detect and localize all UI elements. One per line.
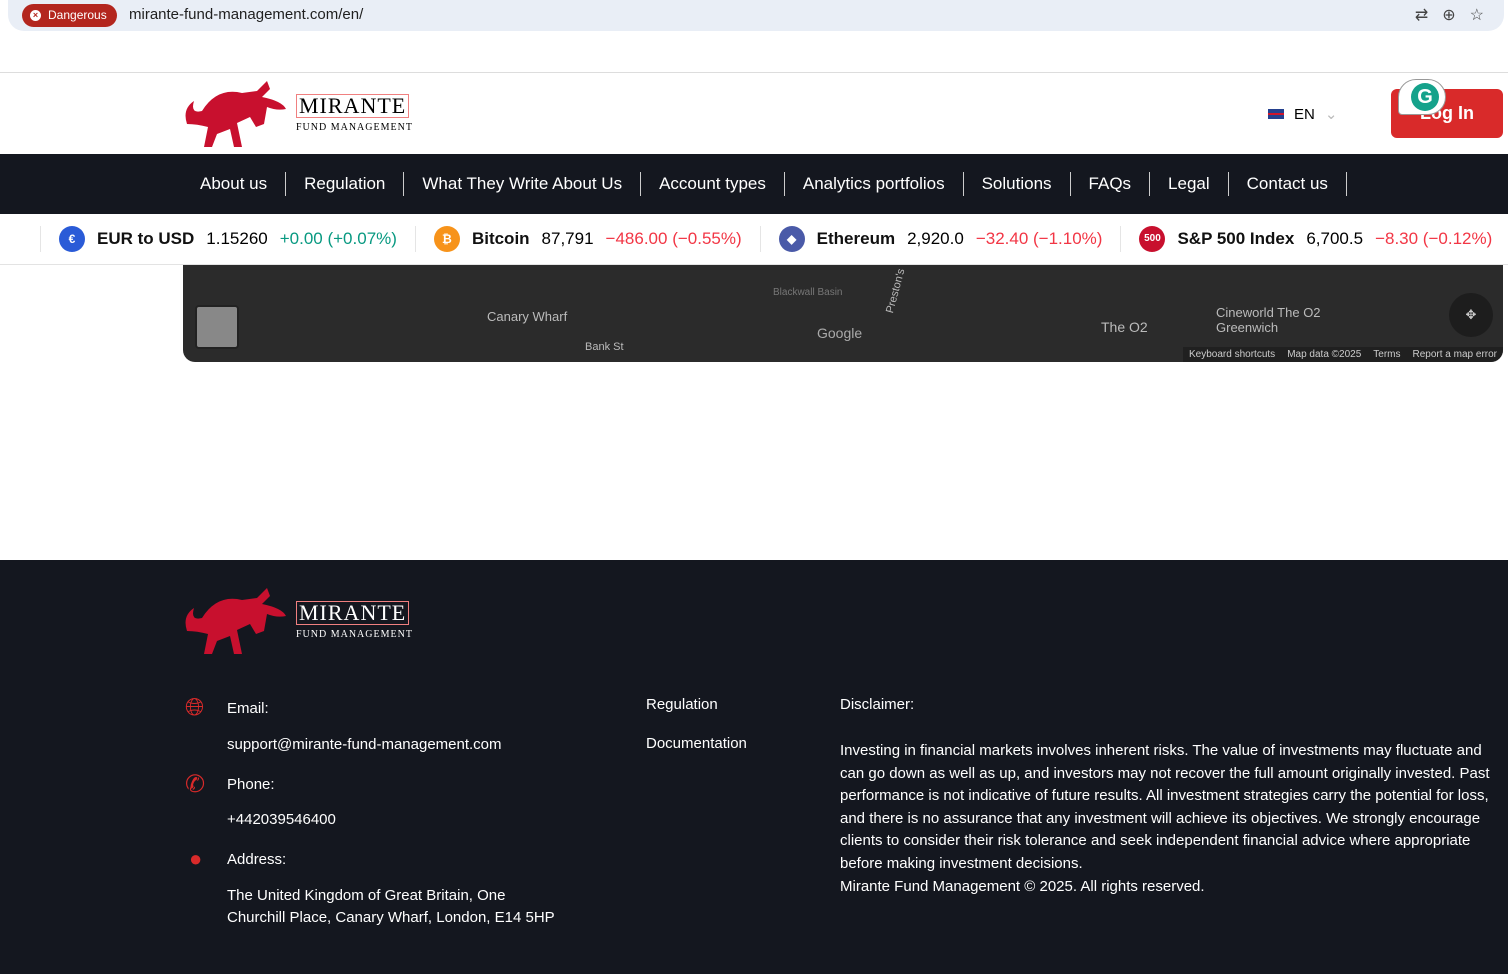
ticker-item[interactable]: ◆ Ethereum 2,920.0 −32.40 (−1.10%) bbox=[761, 226, 1122, 252]
ticker-item[interactable]: € EUR to USD 1.15260 +0.00 (+0.07%) bbox=[41, 226, 416, 252]
footer: MIRANTE FUND MANAGEMENT 🌐︎ Email: support… bbox=[0, 560, 1508, 974]
sp500-icon: 500 bbox=[1139, 226, 1166, 252]
phone-link[interactable]: +442039546400 bbox=[227, 811, 336, 828]
nav-solutions[interactable]: Solutions bbox=[964, 172, 1071, 196]
grammarly-widget[interactable]: G bbox=[1398, 79, 1446, 115]
ticker-tape: € EUR to USD 1.15260 +0.00 (+0.07%) ₿ Bitcoin… bbox=[0, 214, 1508, 265]
nav-analytics[interactable]: Analytics portfolios bbox=[785, 172, 964, 196]
keyboard-shortcuts-link[interactable]: Keyboard shortcuts bbox=[1189, 349, 1275, 360]
language-label: EN bbox=[1294, 105, 1315, 123]
phone-icon: ✆ bbox=[185, 771, 206, 798]
ticker-name: Bitcoin bbox=[471, 229, 530, 248]
bitcoin-icon: ₿ bbox=[433, 226, 460, 252]
phone-label: Phone: bbox=[227, 776, 275, 793]
email-label: Email: bbox=[227, 700, 269, 717]
map-data: Map data ©2025 bbox=[1287, 349, 1362, 360]
language-selector[interactable]: EN ⌄ bbox=[1268, 105, 1337, 123]
chevron-down-icon: ⌄ bbox=[1324, 106, 1338, 123]
location-pin-icon: ● bbox=[189, 846, 203, 871]
map-type-toggle[interactable] bbox=[195, 305, 239, 349]
google-logo: Google bbox=[817, 325, 863, 341]
logo[interactable]: MIRANTE FUND MANAGEMENT bbox=[182, 79, 413, 147]
ticker-change: −486.00 (−0.55%) bbox=[605, 229, 742, 248]
ticker-item[interactable]: ₿ Bitcoin 87,791 −486.00 (−0.55%) bbox=[416, 226, 761, 252]
grammarly-icon: G bbox=[1411, 83, 1439, 111]
ticker-name: Ethereum bbox=[816, 229, 896, 248]
bull-logo-icon bbox=[185, 588, 286, 654]
address-bar[interactable]: × Dangerous mirante-fund-management.com/e… bbox=[8, 0, 1504, 31]
ticker-change: −8.30 (−0.12%) bbox=[1375, 229, 1493, 248]
address-label: Address: bbox=[227, 851, 287, 868]
brand-name: MIRANTE bbox=[296, 600, 410, 625]
brand-subtitle: FUND MANAGEMENT bbox=[296, 628, 413, 640]
map-label: Bank St bbox=[585, 341, 624, 353]
brand-name: MIRANTE bbox=[296, 93, 410, 118]
footer-link-documentation[interactable]: Documentation bbox=[646, 735, 747, 752]
nav-contact[interactable]: Contact us bbox=[1229, 172, 1347, 196]
copyright: Mirante Fund Management © 2025. All righ… bbox=[840, 878, 1205, 895]
ticker-name: S&P 500 Index bbox=[1177, 229, 1295, 248]
disclaimer-text: Investing in financial markets involves … bbox=[840, 742, 1490, 872]
footer-logo[interactable]: MIRANTE FUND MANAGEMENT bbox=[182, 586, 413, 654]
url-text[interactable]: mirante-fund-management.com/en/ bbox=[129, 6, 363, 23]
zoom-icon[interactable]: ⊕ bbox=[1442, 5, 1455, 25]
map-label: Blackwall Basin bbox=[773, 287, 843, 298]
nav-press[interactable]: What They Write About Us bbox=[404, 172, 642, 196]
eu-us-flag-icon: € bbox=[59, 226, 85, 252]
terms-link[interactable]: Terms bbox=[1373, 349, 1400, 360]
email-link[interactable]: support@mirante-fund-management.com bbox=[227, 736, 502, 753]
site-header: MIRANTE FUND MANAGEMENT EN ⌄ Log In G bbox=[0, 72, 1508, 154]
ticker-name: EUR to USD bbox=[97, 229, 195, 248]
ticker-price: 1.15260 bbox=[206, 229, 268, 248]
danger-label: Dangerous bbox=[48, 8, 107, 22]
dangerous-site-badge[interactable]: × Dangerous bbox=[22, 4, 117, 27]
ticker-item[interactable] bbox=[0, 226, 41, 252]
bookmark-star-icon[interactable]: ☆ bbox=[1470, 5, 1484, 25]
ticker-price: 6,700.5 bbox=[1306, 229, 1364, 248]
embedded-map[interactable]: Canary Wharf Bank St Blackwall Basin Pre… bbox=[183, 265, 1503, 362]
map-label: The O2 bbox=[1101, 319, 1148, 335]
nav-regulation[interactable]: Regulation bbox=[286, 172, 405, 196]
uk-flag-icon bbox=[1268, 109, 1284, 119]
ticker-price: 87,791 bbox=[541, 229, 594, 248]
ticker-change: +0.00 (+0.07%) bbox=[279, 229, 397, 248]
ticker-price: 2,920.0 bbox=[907, 229, 964, 248]
ticker-change: −32.40 (−1.10%) bbox=[975, 229, 1103, 248]
address-line: Churchill Place, Canary Wharf, London, E… bbox=[227, 909, 555, 926]
map-label: Canary Wharf bbox=[487, 309, 568, 324]
map-label: Preston's bbox=[884, 267, 908, 315]
address-line: The United Kingdom of Great Britain, One bbox=[227, 887, 506, 904]
ethereum-icon: ◆ bbox=[778, 226, 805, 252]
brand-subtitle: FUND MANAGEMENT bbox=[296, 121, 413, 133]
nav-faqs[interactable]: FAQs bbox=[1071, 172, 1151, 196]
map-label: Cineworld The O2 Greenwich bbox=[1216, 305, 1321, 335]
ticker-item[interactable]: 500 S&P 500 Index 6,700.5 −8.30 (−0.12%) bbox=[1121, 226, 1508, 252]
translate-icon[interactable]: ⇄ bbox=[1415, 5, 1428, 25]
footer-link-regulation[interactable]: Regulation bbox=[646, 696, 718, 713]
report-error-link[interactable]: Report a map error bbox=[1413, 349, 1497, 360]
nav-account-types[interactable]: Account types bbox=[641, 172, 785, 196]
error-icon: × bbox=[30, 10, 41, 21]
bull-logo-icon bbox=[185, 81, 286, 147]
nav-about[interactable]: About us bbox=[182, 172, 287, 196]
disclaimer-title: Disclaimer: bbox=[840, 696, 915, 713]
nav-legal[interactable]: Legal bbox=[1150, 172, 1229, 196]
fullscreen-icon[interactable]: ✥ bbox=[1449, 293, 1493, 337]
globe-icon: 🌐︎ bbox=[185, 694, 205, 721]
main-nav: About us Regulation What They Write Abou… bbox=[0, 154, 1508, 214]
